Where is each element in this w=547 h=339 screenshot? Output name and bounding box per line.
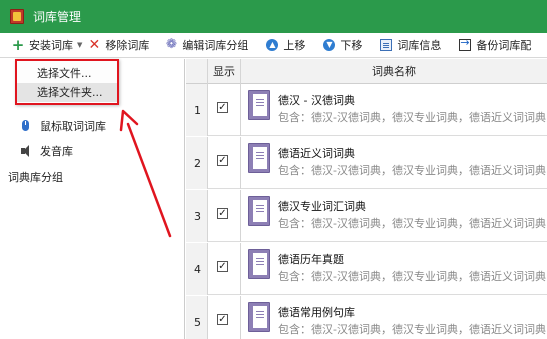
sidebar-item-label: 发音库 [40,145,73,158]
move-up-button[interactable]: ▲ 上移 [266,33,305,58]
remove-dict-button[interactable]: ✕ 移除词库 [88,33,150,58]
gear-icon: ❁ [165,37,177,52]
speaker-icon [20,145,32,157]
arrow-down-icon: ▼ [323,39,336,51]
book-icon [248,90,270,120]
menu-item-select-folder[interactable]: 选择文件夹... [17,83,117,102]
column-header-num [186,59,208,84]
move-up-label: 上移 [283,39,306,52]
install-dict-label: 安装词库 [29,39,73,52]
sidebar-item-mouse-lookup[interactable]: 鼠标取词词库 [20,118,106,134]
remove-dict-label: 移除词库 [105,39,150,52]
install-dropdown-menu: 选择文件... 选择文件夹... [15,59,119,105]
dict-description: 包含：德汉-汉德词典，德汉专业词典，德语近义词词典 [278,323,546,336]
row-number: 5 [186,296,208,339]
move-down-button[interactable]: ▼ 下移 [323,33,362,58]
table-header: 显示 词典名称 [186,59,547,84]
book-icon [248,249,270,279]
table-row[interactable]: 3 ✓ 德汉专业词汇词典 包含：德汉-汉德词典，德汉专业词典，德语近义词词典 [186,190,547,242]
row-number: 1 [186,84,208,136]
dict-info-button[interactable]: 词库信息 [380,33,441,58]
edit-groups-label: 编辑词库分组 [182,39,249,52]
dict-group-heading[interactable]: 词典库分组 [8,169,63,185]
book-icon [248,196,270,226]
backup-config-label: 备份词库配 [476,39,532,52]
edit-groups-button[interactable]: ❁ 编辑词库分组 [165,33,248,58]
dict-name: 德语近义词词典 [278,147,355,160]
row-number: 3 [186,190,208,242]
column-header-show[interactable]: 显示 [208,59,241,84]
dict-name: 德汉 - 汉德词典 [278,94,355,107]
table-row[interactable]: 1 ✓ 德汉 - 汉德词典 包含：德汉-汉德词典，德汉专业词典，德语近义词词典 [186,84,547,136]
dict-table: 显示 词典名称 1 ✓ 德汉 - 汉德词典 包含：德汉-汉德词典，德汉专业词典，… [186,59,547,339]
window-title: 词库管理 [33,10,82,24]
dict-name: 德语历年真题 [278,253,344,266]
book-icon [248,302,270,332]
arrow-up-icon: ▲ [266,39,279,51]
close-icon: ✕ [88,37,101,53]
row-number: 4 [186,243,208,295]
row-number: 2 [186,137,208,189]
table-row[interactable]: 2 ✓ 德语近义词词典 包含：德汉-汉德词典，德汉专业词典，德语近义词词典 [186,137,547,189]
info-list-icon [380,39,393,51]
dict-info-label: 词库信息 [397,39,442,52]
app-icon [10,9,24,24]
book-icon [248,143,270,173]
sidebar-item-label: 鼠标取词词库 [40,120,106,133]
show-checkbox[interactable]: ✓ [217,314,228,325]
plus-icon: + [11,36,25,54]
left-panel: 选择文件... 选择文件夹... 鼠标取词词库 发音库 词典库分组 [0,59,185,339]
column-header-name[interactable]: 词典名称 [241,59,547,84]
table-row[interactable]: 5 ✓ 德语常用例句库 包含：德汉-汉德词典，德汉专业词典，德语近义词词典 [186,296,547,339]
dict-description: 包含：德汉-汉德词典，德汉专业词典，德语近义词词典 [278,164,546,177]
show-checkbox[interactable]: ✓ [217,261,228,272]
chevron-down-icon[interactable]: ▼ [77,41,82,49]
dict-name: 德语常用例句库 [278,306,355,319]
dict-description: 包含：德汉-汉德词典，德汉专业词典，德语近义词词典 [278,217,546,230]
move-down-label: 下移 [340,39,363,52]
table-row[interactable]: 4 ✓ 德语历年真题 包含：德汉-汉德词典，德汉专业词典，德语近义词词典 [186,243,547,295]
show-checkbox[interactable]: ✓ [217,208,228,219]
dict-name: 德汉专业词汇词典 [278,200,366,213]
dict-description: 包含：德汉-汉德词典，德汉专业词典，德语近义词词典 [278,270,546,283]
dict-description: 包含：德汉-汉德词典，德汉专业词典，德语近义词词典 [278,111,546,124]
show-checkbox[interactable]: ✓ [217,102,228,113]
menu-item-select-file[interactable]: 选择文件... [17,64,117,83]
mouse-icon [20,120,32,132]
toolbar: + 安装词库 ▼ ✕ 移除词库 ❁ 编辑词库分组 ▲ 上移 ▼ 下移 词库信息 … [0,33,547,58]
show-checkbox[interactable]: ✓ [217,155,228,166]
sidebar-item-pronunciation[interactable]: 发音库 [20,143,73,159]
backup-config-button[interactable]: 备份词库配 [459,33,531,58]
title-bar: 词库管理 [0,0,547,33]
install-dict-button[interactable]: + 安装词库 ▼ [12,33,86,58]
backup-icon [459,37,472,51]
